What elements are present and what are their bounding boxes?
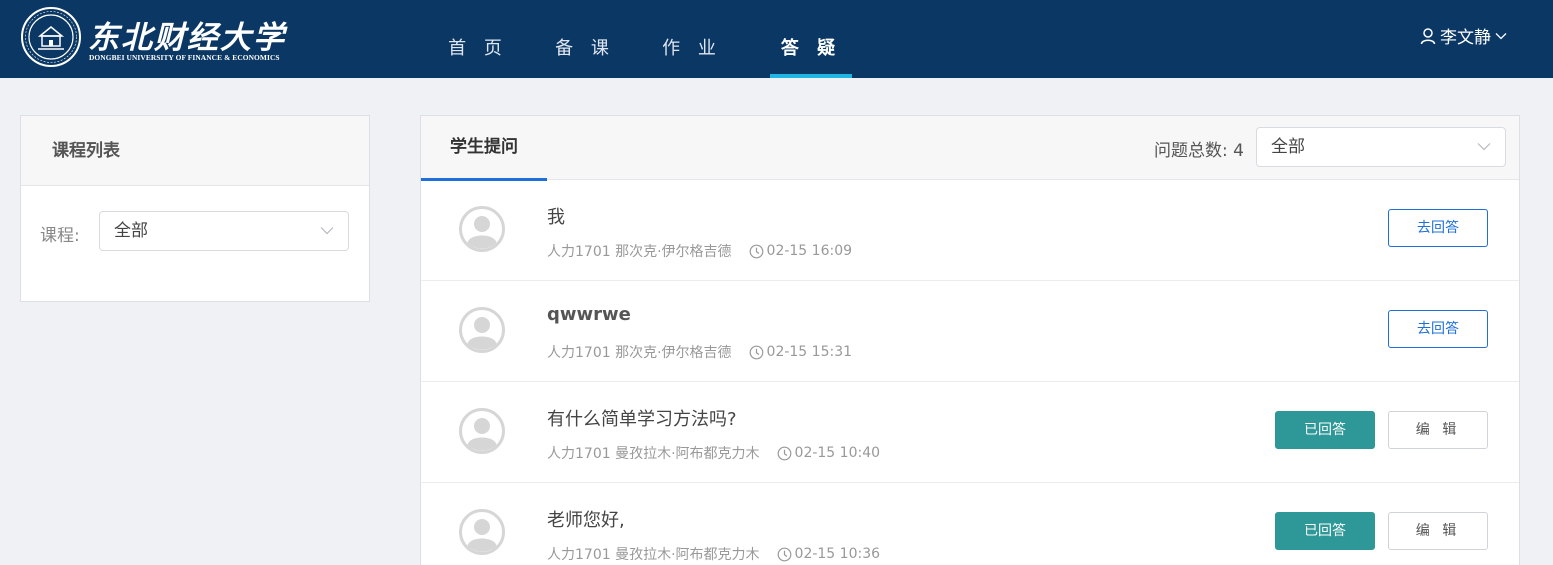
question-time: 02-15 16:09 (766, 243, 853, 259)
course-list-panel: 课程列表 课程: 全部 (20, 115, 370, 302)
clock-icon (749, 244, 763, 258)
answer-button[interactable]: 去回答 (1388, 209, 1488, 247)
question-time: 02-15 10:36 (794, 546, 881, 562)
logo-english-name: DONGBEI UNIVERSITY OF FINANCE & ECONOMIC… (89, 53, 280, 62)
course-label: 课程: (40, 226, 80, 246)
question-filter-select[interactable]: 全部 (1256, 127, 1506, 167)
question-meta: 人力1701 那次克·伊尔格吉德 02-15 16:09 (547, 241, 852, 261)
answered-button[interactable]: 已回答 (1275, 512, 1375, 550)
course-list-title: 课程列表 (21, 116, 369, 186)
question-meta: 人力1701 曼孜拉木·阿布都克力木 02-15 10:40 (547, 443, 880, 463)
nav-lesson-prep[interactable]: 备 课 (544, 0, 626, 78)
clock-icon (749, 345, 763, 359)
question-meta: 人力1701 那次克·伊尔格吉德 02-15 15:31 (547, 342, 852, 362)
question-count: 问题总数: 4 (1154, 141, 1244, 161)
answer-button[interactable]: 去回答 (1388, 310, 1488, 348)
university-logo[interactable]: 东北财经大学 DONGBEI UNIVERSITY OF FINANCE & E… (20, 6, 290, 68)
answered-button[interactable]: 已回答 (1275, 411, 1375, 449)
avatar-icon (459, 307, 505, 353)
chevron-down-icon (1477, 143, 1491, 151)
chevron-down-icon (1495, 32, 1507, 39)
question-time: 02-15 15:31 (766, 344, 853, 360)
university-seal-icon (21, 7, 81, 67)
logo-chinese-name: 东北财经大学 (88, 20, 286, 56)
question-item: qwwrwe 人力1701 那次克·伊尔格吉德 02-15 15:31 去回答 (421, 281, 1519, 382)
course-select[interactable]: 全部 (99, 211, 349, 251)
question-title[interactable]: 我 (547, 203, 565, 229)
question-item: 老师您好, 人力1701 曼孜拉木·阿布都克力木 02-15 10:36 已回答… (421, 483, 1519, 565)
user-icon (1420, 27, 1436, 44)
nav-home[interactable]: 首 页 (437, 0, 519, 78)
question-author: 人力1701 曼孜拉木·阿布都克力木 (547, 547, 760, 563)
question-author: 人力1701 曼孜拉木·阿布都克力木 (547, 446, 760, 462)
clock-icon (777, 446, 791, 460)
student-questions-panel: 学生提问 问题总数: 4 全部 我 人力1701 那次克·伊尔格吉德 02-15… (420, 115, 1520, 565)
avatar-icon (459, 206, 505, 252)
nav-qa[interactable]: 答 疑 (770, 0, 852, 78)
user-menu[interactable]: 李文静 (1420, 23, 1507, 48)
question-item: 我 人力1701 那次克·伊尔格吉德 02-15 16:09 去回答 (421, 180, 1519, 281)
question-author: 人力1701 那次克·伊尔格吉德 (547, 345, 732, 361)
question-item: 有什么简单学习方法吗? 人力1701 曼孜拉木·阿布都克力木 02-15 10:… (421, 382, 1519, 483)
chevron-down-icon (320, 227, 334, 235)
filter-select-value: 全部 (1271, 137, 1305, 157)
top-header: 东北财经大学 DONGBEI UNIVERSITY OF FINANCE & E… (0, 0, 1553, 78)
edit-button[interactable]: 编 辑 (1388, 411, 1488, 449)
question-time: 02-15 10:40 (794, 445, 881, 461)
question-title[interactable]: 有什么简单学习方法吗? (547, 405, 737, 431)
course-select-value: 全部 (114, 221, 148, 241)
tab-student-questions[interactable]: 学生提问 (421, 116, 547, 181)
avatar-icon (459, 509, 505, 555)
edit-button[interactable]: 编 辑 (1388, 512, 1488, 550)
clock-icon (777, 547, 791, 561)
avatar-icon (459, 408, 505, 454)
nav-homework[interactable]: 作 业 (651, 0, 733, 78)
question-meta: 人力1701 曼孜拉木·阿布都克力木 02-15 10:36 (547, 544, 880, 564)
questions-header: 学生提问 问题总数: 4 全部 (421, 116, 1519, 181)
question-author: 人力1701 那次克·伊尔格吉德 (547, 244, 732, 260)
user-name: 李文静 (1440, 28, 1491, 48)
question-title[interactable]: 老师您好, (547, 506, 625, 532)
question-title[interactable]: qwwrwe (547, 304, 631, 325)
